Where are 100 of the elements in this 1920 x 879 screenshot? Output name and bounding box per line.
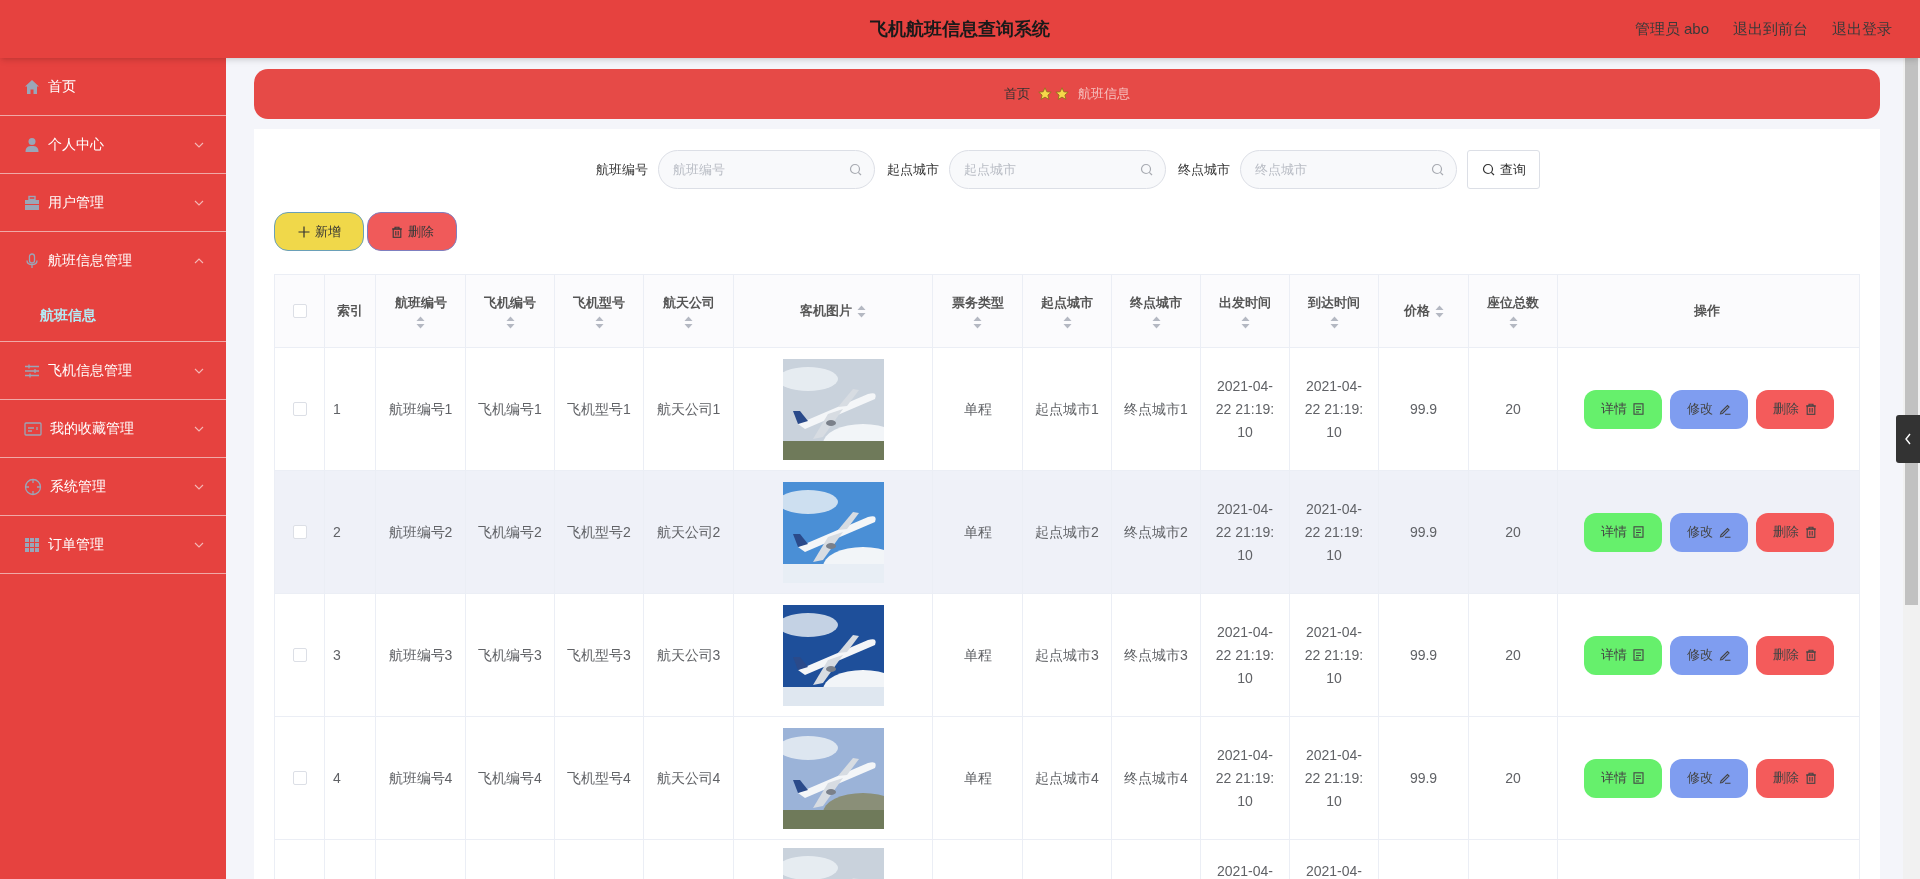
table-cell-text: 99.9 [1409,645,1438,665]
breadcrumb-current: 航班信息 [1078,85,1130,104]
table-cell-text: 飞机型号2 [567,522,631,542]
trash-icon [1804,526,1817,538]
search-field[interactable]: 终点城市 [1240,150,1457,189]
table-cell-text: 20 [1505,522,1521,542]
sidebar-item[interactable]: 首页 [0,58,226,115]
detail-button[interactable]: 详情 [1583,635,1662,675]
table-cell-text: 终点城市3 [1124,645,1188,665]
column-header[interactable]: 航天公司 [662,292,715,313]
pencil-icon [1718,526,1731,538]
column-header[interactable]: 飞机编号 [484,292,536,313]
column-header[interactable]: 座位总数 [1487,292,1539,313]
sidebar-item[interactable]: 航班信息管理 [0,232,226,289]
checkbox[interactable] [292,304,307,318]
table-cell-text: 2021-04-22 21:19:10 [1303,745,1365,811]
header-link[interactable]: 退出登录 [1832,17,1892,41]
trash-icon [1804,772,1817,784]
plus-icon [297,225,310,238]
sidebar-item[interactable]: 系统管理 [0,458,226,515]
table-cell-text: 单程 [963,522,992,542]
table-cell-text: 飞机型号1 [567,399,631,419]
pencil-icon [1718,649,1731,661]
search-field[interactable]: 航班编号 [658,150,875,189]
crosshair-icon [24,477,42,496]
column-header[interactable]: 出发时间 [1219,292,1271,313]
table-cell-text: 1 [333,399,341,419]
grid-icon [24,536,40,553]
table-cell-text: 终点城市2 [1124,522,1188,542]
table-cell-text: 飞机编号4 [478,768,542,788]
document-icon [1633,772,1644,784]
delete-button[interactable]: 删除 [1755,389,1834,429]
chevron-left-icon [1904,433,1912,445]
column-header[interactable]: 飞机型号 [573,292,625,313]
trash-icon [390,225,403,238]
edit-button[interactable]: 修改 [1669,758,1748,798]
table-cell-text: 单程 [963,399,992,419]
column-header[interactable]: 到达时间 [1308,292,1360,313]
table-cell-text: 99.9 [1409,399,1438,419]
user-name[interactable]: 管理员 abo [1634,17,1709,41]
document-icon [1633,403,1644,415]
edit-button[interactable]: 修改 [1669,389,1748,429]
column-header: 操作 [1693,302,1720,321]
column-header[interactable]: 票务类型 [951,292,1004,313]
column-header[interactable]: 价格 [1403,301,1430,321]
table-cell-text: 单程 [963,645,992,665]
table-cell-text: 单程 [963,768,992,788]
table-cell-text: 航班编号1 [388,399,453,419]
column-header[interactable]: 起点城市 [1041,292,1093,313]
detail-button[interactable]: 详情 [1583,512,1662,552]
detail-button[interactable]: 详情 [1583,758,1662,798]
delete-button[interactable]: 删除 [1755,512,1834,552]
table-cell-text: 起点城市2 [1035,522,1099,542]
search-field[interactable]: 起点城市 [949,150,1166,189]
scrollbar[interactable] [1903,58,1920,879]
home-icon [24,78,40,95]
sidebar-item[interactable]: 我的收藏管理 [0,400,226,457]
scrollbar-thumb[interactable] [1905,58,1918,605]
checkbox[interactable] [292,648,307,662]
table-cell-text: 4 [333,768,341,788]
user-icon [24,136,40,153]
briefcase-icon [24,194,40,211]
edit-button[interactable]: 修改 [1669,635,1748,675]
sidebar-item[interactable]: 飞机信息管理 [0,342,226,399]
search-icon [1431,163,1444,176]
add-button[interactable]: 新增 [274,212,364,251]
search-button[interactable]: 查询 [1467,150,1540,189]
checkbox[interactable] [292,771,307,785]
column-header[interactable]: 客机图片 [800,301,852,321]
header-link[interactable]: 退出到前台 [1733,17,1808,41]
table-cell-text: 99.9 [1409,522,1438,542]
table-cell-text: 2 [333,522,341,542]
sidebar-item[interactable]: 用户管理 [0,174,226,231]
column-header[interactable]: 航班编号 [394,292,447,313]
table-cell-text: 2021-04-22 21:19:10 [1214,376,1276,442]
table-cell-text: 2021-04-22 21:19:10 [1214,622,1276,688]
document-icon [1633,526,1644,538]
table-cell-text: 航天公司4 [656,768,721,788]
column-header[interactable]: 终点城市 [1130,292,1182,313]
table-cell-text: 终点城市4 [1124,768,1188,788]
table-cell-text: 飞机型号4 [567,768,631,788]
delete-button[interactable]: 删除 [1755,635,1834,675]
field-label: 起点城市 [887,160,939,179]
delete-button[interactable]: 删除 [1755,758,1834,798]
table-cell-text: 20 [1505,768,1521,788]
side-toggle-tab[interactable] [1896,415,1920,463]
table-cell-text: 20 [1505,399,1521,419]
detail-button[interactable]: 详情 [1583,389,1662,429]
delete-button[interactable]: 删除 [367,212,457,251]
sidebar-item[interactable]: 订单管理 [0,516,226,573]
pencil-icon [1718,772,1731,784]
edit-button[interactable]: 修改 [1669,512,1748,552]
trash-icon [1804,649,1817,661]
sidebar-subitem[interactable]: 航班信息 [0,289,226,341]
search-icon [1481,163,1495,176]
checkbox[interactable] [292,402,307,416]
checkbox[interactable] [292,525,307,539]
breadcrumb-link[interactable]: 首页 [1004,84,1030,104]
id-card-icon [24,421,42,436]
sidebar-item[interactable]: 个人中心 [0,116,226,173]
